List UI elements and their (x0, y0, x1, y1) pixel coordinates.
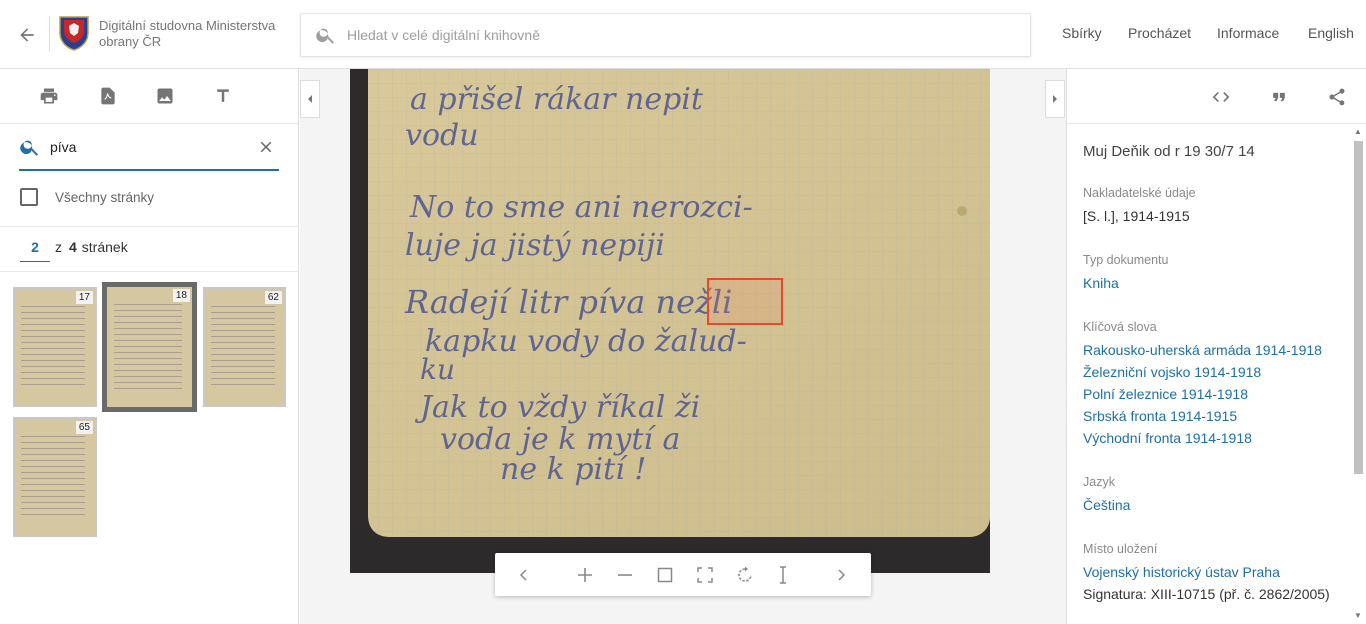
right-toolbar (1067, 69, 1366, 124)
left-toolbar (0, 69, 298, 124)
location-link[interactable]: Vojenský historický ústav Praha (1083, 561, 1345, 583)
pager-total: 4 (69, 239, 77, 255)
handwriting-line: ne k pití ! (500, 452, 646, 487)
text-icon[interactable] (211, 84, 235, 108)
text-select-icon[interactable] (772, 564, 794, 586)
thumbnail-page-number: 17 (75, 291, 93, 304)
global-search-input[interactable] (347, 27, 987, 43)
divider (0, 226, 299, 227)
collapse-left-panel-button[interactable] (300, 80, 320, 118)
global-search-bar[interactable] (300, 13, 1031, 57)
doctype-label: Typ dokumentu (1083, 253, 1169, 267)
brand-name[interactable]: Digitální studovna Ministerstva obrany Č… (99, 18, 289, 50)
handwriting-line: Radejí litr píva nežli (404, 283, 732, 321)
quote-icon[interactable] (1267, 85, 1291, 109)
keyword-link[interactable]: Srbská fronta 1914-1915 (1083, 405, 1345, 427)
language-label: Jazyk (1083, 475, 1115, 489)
header-divider (49, 16, 50, 52)
code-icon[interactable] (1209, 85, 1233, 109)
scroll-down-icon[interactable]: ▼ (1354, 611, 1362, 620)
nav-browse[interactable]: Procházet (1128, 25, 1191, 41)
pager-unit: stránek (81, 239, 128, 255)
divider (0, 271, 299, 272)
thumbnail-page-number: 62 (264, 291, 282, 304)
keywords-list: Rakousko-uherská armáda 1914-1918 Železn… (1083, 339, 1345, 449)
search-icon (20, 140, 39, 156)
all-pages-checkbox[interactable] (20, 188, 38, 206)
keyword-link[interactable]: Železniční vojsko 1914-1918 (1083, 361, 1345, 383)
zoom-out-icon[interactable] (614, 564, 636, 586)
pager-of: z (55, 239, 62, 255)
prev-icon[interactable] (513, 564, 535, 586)
handwriting-line: ku (420, 353, 455, 386)
publisher-label: Nakladatelské údaje (1083, 186, 1196, 200)
keywords-label: Klíčová slova (1083, 320, 1157, 334)
right-panel: Muj Deňik od r 19 30/7 14 Nakladatelské … (1066, 69, 1366, 624)
language-link[interactable]: Čeština (1083, 494, 1345, 516)
handwriting-line: vodu (405, 118, 479, 153)
current-result-input[interactable]: 2 (20, 239, 50, 262)
all-pages-label: Všechny stránky (55, 189, 155, 205)
left-panel: Všechny stránky 2 z 4 stránek 17 18 62 6… (0, 69, 299, 624)
fulltext-search-input[interactable] (50, 139, 250, 155)
handwriting-line: No to sme ani nerozci- (409, 190, 753, 225)
scrollbar-thumb[interactable] (1354, 141, 1363, 474)
app-header: Digitální studovna Ministerstva obrany Č… (0, 0, 1366, 69)
page-thumbnail-active[interactable]: 18 (102, 282, 197, 412)
page-thumbnail[interactable]: 62 (203, 287, 286, 407)
handwriting-line: Jak to vždy říkal ži (414, 390, 700, 425)
document-viewer[interactable]: a přišel rákar nepit vodu No to sme ani … (300, 69, 1066, 624)
publisher-value: [S. l.], 1914-1915 (1083, 208, 1190, 224)
scrollbar[interactable]: ▲ ▼ (1352, 124, 1364, 624)
location-label: Místo uložení (1083, 542, 1158, 556)
rotate-icon[interactable] (734, 564, 756, 586)
nav-collections[interactable]: Sbírky (1062, 25, 1102, 41)
thumbnail-page-number: 65 (75, 421, 93, 434)
page-thumbnail[interactable]: 65 (13, 417, 97, 537)
scroll-up-icon[interactable]: ▲ (1354, 127, 1362, 136)
search-icon (316, 28, 335, 44)
zoom-in-icon[interactable] (574, 564, 596, 586)
fullscreen-icon[interactable] (694, 564, 716, 586)
keyword-link[interactable]: Východní fronta 1914-1918 (1083, 427, 1345, 449)
metadata-section: Muj Deňik od r 19 30/7 14 Nakladatelské … (1083, 143, 1345, 605)
signature-value: Signatura: XIII-10715 (př. č. 2862/2005) (1083, 586, 1330, 602)
document-title: Muj Deňik od r 19 30/7 14 (1083, 143, 1255, 160)
print-icon[interactable] (37, 84, 61, 108)
page-thumbnail[interactable]: 17 (13, 287, 97, 407)
ministry-logo[interactable] (57, 14, 91, 52)
next-icon[interactable] (830, 564, 852, 586)
all-pages-toggle[interactable]: Všechny stránky (20, 188, 154, 206)
fit-icon[interactable] (654, 564, 676, 586)
nav-information[interactable]: Informace (1217, 25, 1279, 41)
handwriting-line: a přišel rákar nepit (410, 82, 704, 117)
doctype-link[interactable]: Kniha (1083, 272, 1345, 294)
thumbnail-page-number: 18 (172, 289, 190, 302)
viewer-toolbar (495, 553, 871, 596)
search-hit-highlight[interactable] (707, 278, 783, 325)
fulltext-search-field[interactable] (19, 130, 279, 171)
close-icon[interactable] (257, 138, 275, 156)
share-icon[interactable] (1325, 85, 1349, 109)
page-scan-image[interactable]: a přišel rákar nepit vodu No to sme ani … (350, 69, 990, 573)
result-pager: 2 z 4 stránek (20, 239, 128, 262)
pdf-icon[interactable] (96, 84, 120, 108)
nav-english[interactable]: English (1308, 25, 1354, 41)
back-arrow-icon[interactable] (14, 22, 40, 48)
handwriting-line: luje ja jistý nepiji (405, 228, 665, 263)
keyword-link[interactable]: Polní železnice 1914-1918 (1083, 383, 1345, 405)
keyword-link[interactable]: Rakousko-uherská armáda 1914-1918 (1083, 339, 1345, 361)
handwriting-line: kapku vody do žalud- (425, 324, 747, 359)
collapse-right-panel-button[interactable] (1045, 80, 1065, 118)
image-icon[interactable] (153, 84, 177, 108)
